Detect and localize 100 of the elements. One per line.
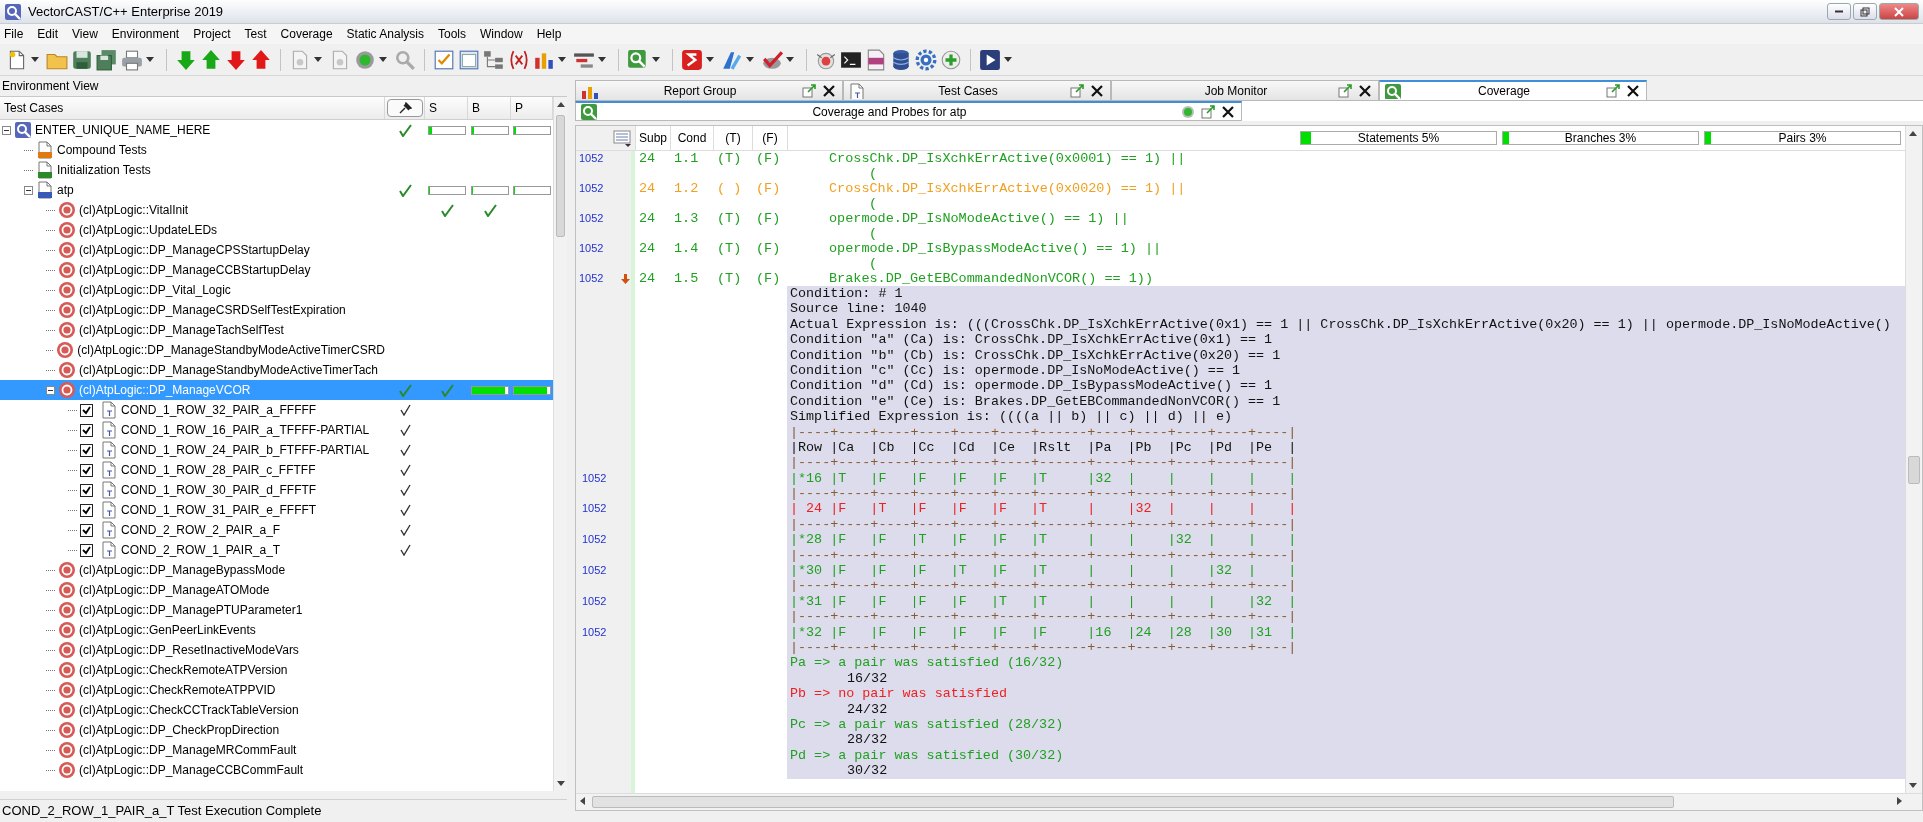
tree-icon[interactable] xyxy=(483,48,505,71)
checkbox[interactable] xyxy=(80,463,93,477)
tree-row[interactable]: (cl)AtpLogic::CheckRemoteATPPVID xyxy=(0,680,553,700)
tree-row[interactable]: (cl)AtpLogic::DP_ManageATOMode xyxy=(0,580,553,600)
tree-row[interactable]: (cl)AtpLogic::DP_Vital_Logic xyxy=(0,280,553,300)
tree-row[interactable]: COND_1_ROW_16_PAIR_a_TFFFF-PARTIAL xyxy=(0,420,553,440)
menu-item[interactable]: Tools xyxy=(438,27,466,41)
caret-icon[interactable] xyxy=(706,56,714,63)
play-icon[interactable] xyxy=(979,48,1001,71)
close-button[interactable] xyxy=(1879,3,1919,20)
window-icon[interactable] xyxy=(458,48,480,71)
caret-icon[interactable] xyxy=(786,56,794,63)
checkbox[interactable] xyxy=(80,483,93,497)
collapse-icon[interactable] xyxy=(24,185,33,195)
checkbox[interactable] xyxy=(80,523,93,537)
scrollbar[interactable] xyxy=(576,793,1922,810)
tree-row[interactable]: (cl)AtpLogic::DP_ManageMRCommFault xyxy=(0,740,553,760)
tree-row[interactable]: (cl)AtpLogic::DP_ManageStandbyModeActiveTimerCSRD xyxy=(0,340,553,360)
close-icon[interactable] xyxy=(1358,83,1372,98)
menu-item[interactable]: Test xyxy=(244,27,267,41)
arrow-down-icon[interactable] xyxy=(175,48,197,71)
arrow-down-icon[interactable] xyxy=(225,48,247,71)
menu-item[interactable]: File xyxy=(4,27,24,41)
tree-row[interactable]: ENTER_UNIQUE_NAME_HERE xyxy=(0,120,553,140)
tree-row[interactable]: (cl)AtpLogic::DP_ManagePTUParameter1 xyxy=(0,600,553,620)
tree-row[interactable]: (cl)AtpLogic::DP_ManageStandbyModeActiveTimerTach xyxy=(0,360,553,380)
detach-icon[interactable] xyxy=(1070,83,1084,98)
save-icon[interactable] xyxy=(71,48,93,71)
caret-icon[interactable] xyxy=(1004,56,1012,63)
close-icon[interactable] xyxy=(1626,84,1640,98)
brackets-icon[interactable] xyxy=(508,48,530,71)
caret-icon[interactable] xyxy=(598,56,606,63)
menu-item[interactable]: Window xyxy=(480,27,523,41)
checklist-icon[interactable] xyxy=(433,48,455,71)
restore-button[interactable] xyxy=(1853,3,1877,20)
plus-icon[interactable] xyxy=(940,48,962,71)
checkbox[interactable] xyxy=(80,503,93,517)
tree-row[interactable]: (cl)AtpLogic::GenPeerLinkEvents xyxy=(0,620,553,640)
menu-item[interactable]: Edit xyxy=(37,27,59,41)
tree-row[interactable]: (cl)AtpLogic::VitalInit xyxy=(0,200,553,220)
detach-icon[interactable] xyxy=(1606,84,1620,98)
tree-row[interactable]: (cl)AtpLogic::DP_ManageCCBStartupDelay xyxy=(0,260,553,280)
caret-icon[interactable] xyxy=(652,56,660,63)
tab[interactable]: Job Monitor xyxy=(1111,80,1379,100)
tree-row[interactable]: COND_2_ROW_2_PAIR_a_F xyxy=(0,520,553,540)
tab[interactable]: Coverage xyxy=(1379,80,1647,100)
record-icon[interactable] xyxy=(1181,104,1195,119)
tree-row[interactable]: (cl)AtpLogic::CheckRemoteATPVersion xyxy=(0,660,553,680)
detach-icon[interactable] xyxy=(1338,83,1352,98)
caret-icon[interactable] xyxy=(31,56,39,63)
list-icon[interactable] xyxy=(613,129,631,147)
menu-item[interactable]: Static Analysis xyxy=(346,27,424,41)
menu-item[interactable]: View xyxy=(72,27,98,41)
search-icon[interactable] xyxy=(627,48,649,71)
tree-row[interactable]: (cl)AtpLogic::DP_ManageBypassMode xyxy=(0,560,553,580)
tree-row[interactable]: (cl)AtpLogic::DP_ManageCPSStartupDelay xyxy=(0,240,553,260)
tree-row[interactable]: COND_1_ROW_30_PAIR_d_FFFTF xyxy=(0,480,553,500)
caret-icon[interactable] xyxy=(314,56,322,63)
column-header[interactable]: Test Cases xyxy=(0,97,385,119)
database-icon[interactable] xyxy=(890,48,912,71)
spreadsheet-icon[interactable] xyxy=(865,48,887,71)
checkbox[interactable] xyxy=(80,423,93,437)
caret-icon[interactable] xyxy=(146,56,154,63)
arrow-up-icon[interactable] xyxy=(200,48,222,71)
column-header[interactable]: (T) xyxy=(713,126,752,150)
tab[interactable]: Test Cases xyxy=(843,80,1111,100)
tab[interactable]: Report Group xyxy=(575,80,843,100)
column-header[interactable]: B xyxy=(468,97,511,119)
checkbox[interactable] xyxy=(80,543,93,557)
tree-row[interactable]: (cl)AtpLogic::DP_ManageCCBCommFault xyxy=(0,760,553,780)
column-header[interactable]: S xyxy=(425,97,468,119)
zigzag-icon[interactable] xyxy=(681,48,703,71)
menu-item[interactable]: Help xyxy=(536,27,562,41)
column-header[interactable]: (F) xyxy=(752,126,787,150)
caret-icon[interactable] xyxy=(746,56,754,63)
gear-icon[interactable] xyxy=(915,48,937,71)
column-header[interactable]: Subp xyxy=(635,126,670,150)
detach-icon[interactable] xyxy=(802,83,816,98)
tree-row[interactable]: (cl)AtpLogic::CheckCCTrackTableVersion xyxy=(0,700,553,720)
scrollbar[interactable] xyxy=(1905,126,1922,793)
checkbox[interactable] xyxy=(80,443,93,457)
tree-row[interactable]: atp xyxy=(0,180,553,200)
tree-row[interactable]: Compound Tests xyxy=(0,140,553,160)
close-icon[interactable] xyxy=(1090,83,1104,98)
tree-row[interactable]: (cl)AtpLogic::DP_ManageTachSelfTest xyxy=(0,320,553,340)
menu-item[interactable]: Project xyxy=(193,27,231,41)
printer-icon[interactable] xyxy=(121,48,143,71)
tree-row[interactable]: (cl)AtpLogic::DP_ManageCSRDSelfTestExpiration xyxy=(0,300,553,320)
tree-row[interactable]: COND_1_ROW_32_PAIR_a_FFFFF xyxy=(0,400,553,420)
tree-row[interactable]: COND_1_ROW_24_PAIR_b_FTFFF-PARTIAL xyxy=(0,440,553,460)
tree-row[interactable]: Initialization Tests xyxy=(0,160,553,180)
tree-row[interactable]: COND_1_ROW_31_PAIR_e_FFFFT xyxy=(0,500,553,520)
tree-row[interactable]: COND_1_ROW_28_PAIR_c_FFTFF xyxy=(0,460,553,480)
caret-icon[interactable] xyxy=(379,56,387,63)
collapse-icon[interactable] xyxy=(2,125,11,135)
filter-button[interactable] xyxy=(386,99,423,117)
close-icon[interactable] xyxy=(1221,104,1235,119)
tree-row[interactable]: (cl)AtpLogic::UpdateLEDs xyxy=(0,220,553,240)
caret-icon[interactable] xyxy=(558,56,566,63)
column-header[interactable]: Cond xyxy=(670,126,713,150)
